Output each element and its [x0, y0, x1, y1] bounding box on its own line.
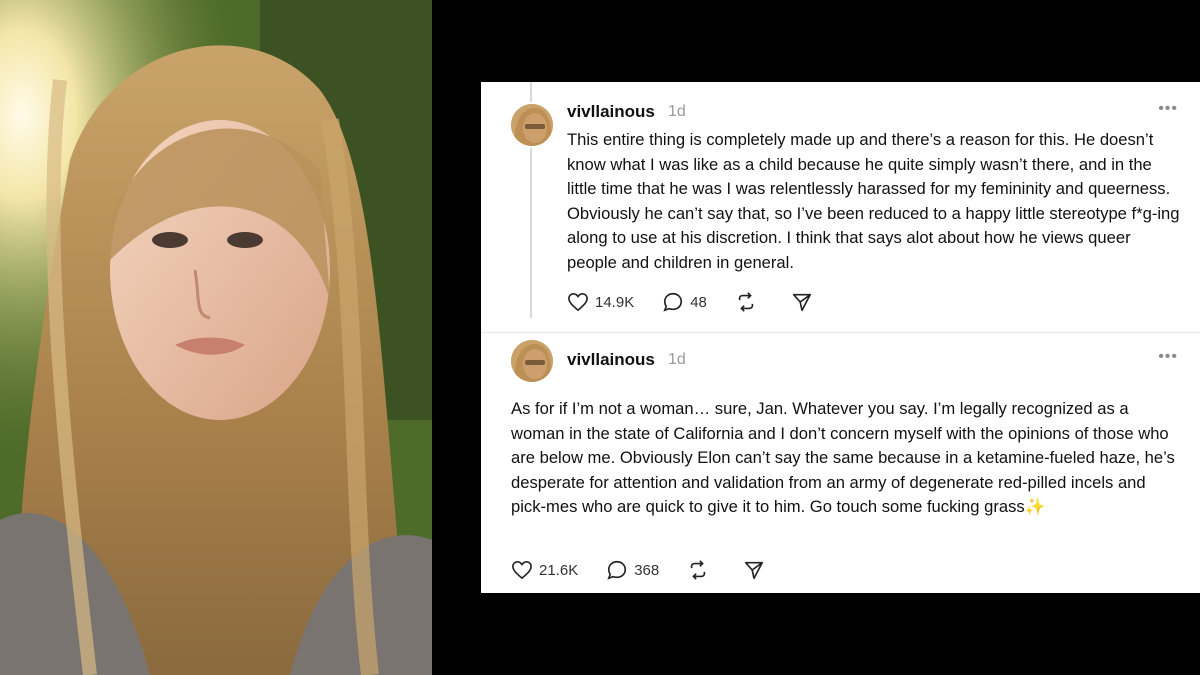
heart-icon: [568, 292, 588, 312]
avatar[interactable]: [511, 104, 553, 146]
sparkle-emoji: ✨: [1024, 497, 1046, 517]
username[interactable]: vivllainous: [567, 102, 655, 122]
like-button[interactable]: 21.6K: [511, 560, 578, 580]
repost-icon: [738, 292, 754, 312]
action-bar: 21.6K 368: [511, 558, 799, 582]
like-count: 21.6K: [539, 561, 579, 579]
post-2: vivllainous 1d ••• As for if I’m not a w…: [481, 332, 1200, 594]
reply-icon: [607, 560, 627, 580]
timestamp: 1d: [668, 351, 686, 368]
selfie-photo: [0, 0, 432, 675]
share-button[interactable]: [791, 291, 819, 313]
like-count: 14.9K: [595, 293, 635, 311]
post-text-content: As for if I’m not a woman… sure, Jan. Wh…: [511, 399, 1175, 517]
threads-panel: vivllainous 1d ••• This entire thing is …: [481, 82, 1200, 593]
repost-button[interactable]: [687, 559, 715, 581]
thread-connector: [530, 148, 532, 318]
more-icon[interactable]: •••: [1158, 100, 1178, 118]
post-text: This entire thing is completely made up …: [567, 130, 1180, 272]
repost-icon: [690, 560, 706, 580]
heart-icon: [512, 560, 532, 580]
reply-button[interactable]: 48: [662, 291, 707, 313]
username[interactable]: vivllainous: [567, 350, 655, 370]
share-icon: [745, 561, 764, 580]
timestamp: 1d: [668, 103, 686, 120]
reply-count: 48: [690, 293, 707, 311]
reply-count: 368: [634, 561, 660, 579]
reply-icon: [663, 292, 683, 312]
post-1: vivllainous 1d ••• This entire thing is …: [481, 82, 1200, 332]
share-button[interactable]: [743, 559, 771, 581]
share-icon: [792, 293, 811, 312]
post-text: As for if I’m not a woman… sure, Jan. Wh…: [511, 397, 1181, 520]
repost-button[interactable]: [735, 291, 763, 313]
avatar[interactable]: [511, 340, 553, 382]
like-button[interactable]: 14.9K: [567, 292, 634, 312]
more-icon[interactable]: •••: [1158, 348, 1178, 366]
action-bar: 14.9K 48: [567, 290, 847, 314]
reply-button[interactable]: 368: [606, 559, 659, 581]
